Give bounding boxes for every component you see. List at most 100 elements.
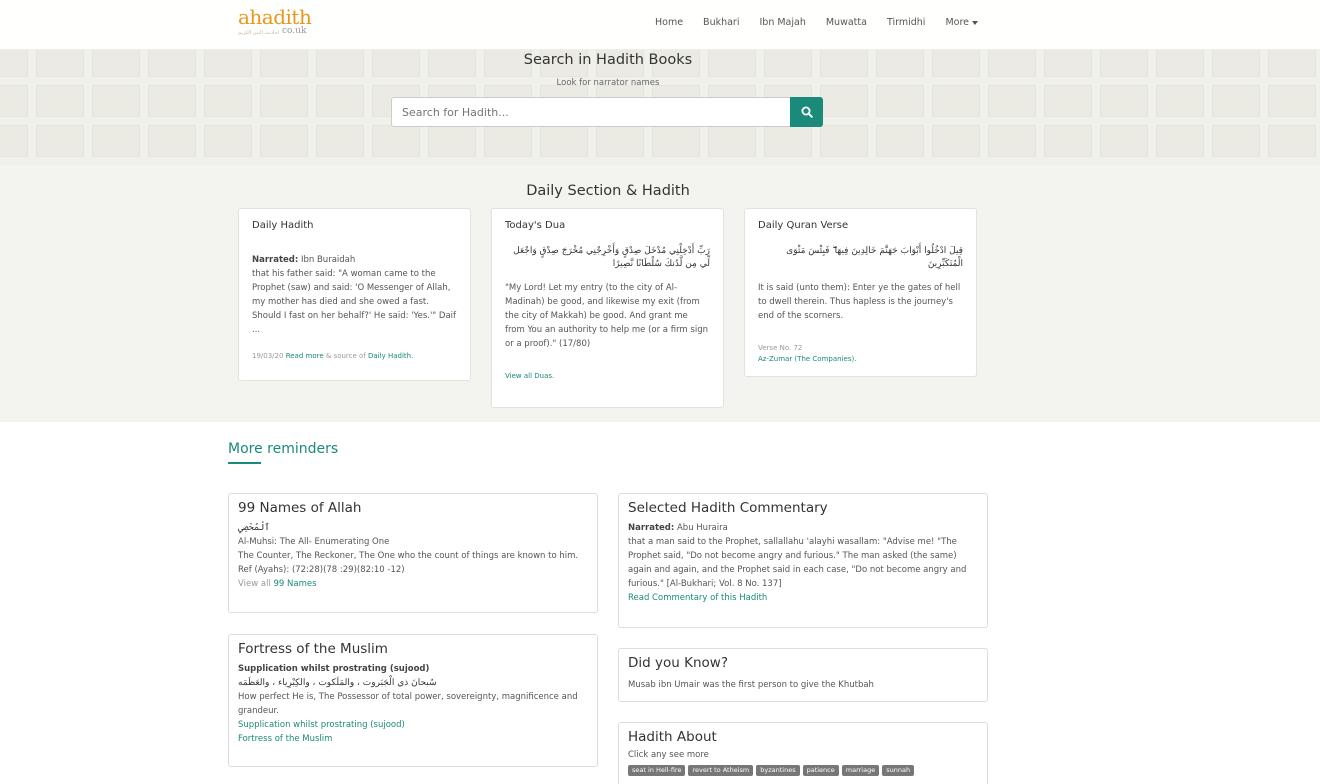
background-tile [92,85,140,117]
name-reference: Ref (Ayahs): (72:28)(78 :29)(82:10 -12) [238,565,405,575]
logo-text: ahadith [238,5,312,29]
background-tile [1268,125,1316,157]
daily-hadith-source-link[interactable]: Daily Hadith. [368,352,413,360]
background-tile [428,125,476,157]
background-tile [652,125,700,157]
tag-patience[interactable]: patience [802,765,839,776]
background-tile [484,125,532,157]
background-tile [316,125,364,157]
fortress-card: Fortress of the Muslim Supplication whil… [228,634,598,767]
narrator-name: Abu Huraira [676,523,728,533]
main-nav: Home Bukhari Ibn Majah Muwatta Tirmidhi … [655,17,978,28]
daily-section: Daily Section & Hadith Daily Hadith Narr… [0,165,1320,422]
fortress-translation: How perfect He is, The Possessor of tota… [238,692,578,716]
search-input[interactable] [391,97,791,127]
background-tile [820,85,868,117]
tag-sunnah[interactable]: sunnah [882,765,915,776]
tag-marriage[interactable]: marriage [841,765,880,776]
view-all-duas-link[interactable]: View all Duas. [505,372,554,380]
background-tile [260,125,308,157]
read-commentary-link[interactable]: Read Commentary of this Hadith [628,593,767,603]
daily-quran-title: Daily Quran Verse [758,220,849,231]
background-tile [988,85,1036,117]
narrated-label: Narrated: [628,523,675,533]
daily-section-title: Daily Section & Hadith [526,183,690,199]
did-you-know-title: Did you Know? [628,655,728,671]
background-tile [1044,125,1092,157]
daily-hadith-card: Daily Hadith Narrated: Ibn Buraidah that… [238,208,471,381]
commentary-narrator: Narrated: Abu Huraira [628,521,978,535]
background-tile [1100,125,1148,157]
view-all-text: View all [238,579,271,589]
nav-home[interactable]: Home [655,17,683,28]
background-tile [820,125,868,157]
supplication-link[interactable]: Supplication whilst prostrating (sujood) [238,720,405,730]
tag-seat-in-hellfire[interactable]: seat in Hell-fire [628,765,686,776]
dua-translation: "My Lord! Let my entry (to the city of A… [505,283,708,349]
name-description: The Counter, The Reckoner, The One who t… [238,551,579,561]
background-tile [36,85,84,117]
background-tile [316,85,364,117]
background-tile [1156,125,1204,157]
view-all-names: View all 99 Names [238,577,588,591]
99-names-link[interactable]: 99 Names [274,579,317,589]
title-underline [228,462,261,464]
fortress-title: Fortress of the Muslim [238,641,388,657]
daily-hadith-narrator: Narrated: Ibn Buraidah [252,253,457,267]
hadith-commentary-card: Selected Hadith Commentary Narrated: Abu… [618,493,988,628]
nav-muwatta[interactable]: Muwatta [826,17,867,28]
quran-translation: It is said (unto them): Enter ye the gat… [758,283,961,321]
background-tile [0,125,28,157]
daily-hadith-date: 19/03/20 [252,352,284,360]
background-tile [1212,85,1260,117]
logo-arabic-text: أحاديث النبي الكريم [238,30,279,36]
source-text: & source of [325,352,366,360]
hadith-about-card: Hadith About Click any see more seat in … [618,722,988,784]
narrator-name: Ibn Buraidah [300,255,356,265]
background-tile [36,125,84,157]
fortress-subtitle: Supplication whilst prostrating (sujood) [238,662,588,676]
background-tile [204,125,252,157]
dua-arabic: رَبِّ أَدْخِلْنِي مُدْخَلَ صِدْقٍ وَأَخْ… [513,246,710,269]
background-tile [932,125,980,157]
background-tile [540,125,588,157]
background-tile [1044,85,1092,117]
nav-tirmidhi[interactable]: Tirmidhi [887,17,925,28]
background-tile [708,125,756,157]
background-tile [148,125,196,157]
surah-link[interactable]: Az-Zumar (The Companies). [758,355,856,363]
fortress-arabic: سُبحانَ ذي الْجَبَروت ، والمَلَكوت ، وال… [238,678,437,688]
background-tile [92,125,140,157]
daily-hadith-title: Daily Hadith [252,220,314,231]
commentary-text: that a man said to the Prophet, sallalla… [628,537,967,589]
fortress-link[interactable]: Fortress of the Muslim [238,734,332,744]
top-navbar: ahadith co.uk أحاديث النبي الكريم Home B… [0,0,1320,50]
background-tile [596,125,644,157]
background-tile [204,85,252,117]
commentary-title: Selected Hadith Commentary [628,500,828,516]
background-tile [372,125,420,157]
site-logo[interactable]: ahadith co.uk أحاديث النبي الكريم [238,5,312,36]
hadith-about-title: Hadith About [628,729,717,745]
search-button[interactable] [790,97,823,127]
background-tile [876,125,924,157]
verse-number: Verse No. 72 [758,344,803,352]
nav-more-dropdown[interactable]: More [945,17,978,28]
background-tile [1100,85,1148,117]
nav-ibn-majah[interactable]: Ibn Majah [759,17,805,28]
quran-meta: Verse No. 72 Az-Zumar (The Companies). [758,343,963,365]
caret-down-icon [972,20,978,25]
hadith-about-text: Click any see more [628,750,709,760]
topic-tags: seat in Hell-fire revert to Atheism byza… [628,765,978,776]
background-tile [988,125,1036,157]
tag-byzantines[interactable]: byzantines [756,765,800,776]
nav-bukhari[interactable]: Bukhari [703,17,739,28]
tag-revert-to-atheism[interactable]: revert to Atheism [688,765,754,776]
background-tile [764,125,812,157]
search-icon [801,106,813,118]
read-more-link[interactable]: Read more [286,352,324,360]
background-tile [932,85,980,117]
did-you-know-text: Musab ibn Umair was the first person to … [628,680,874,690]
narrated-label: Narrated: [252,255,299,265]
daily-quran-card: Daily Quran Verse قِيلَ ادْخُلُوا أَبْوَ… [744,208,977,377]
